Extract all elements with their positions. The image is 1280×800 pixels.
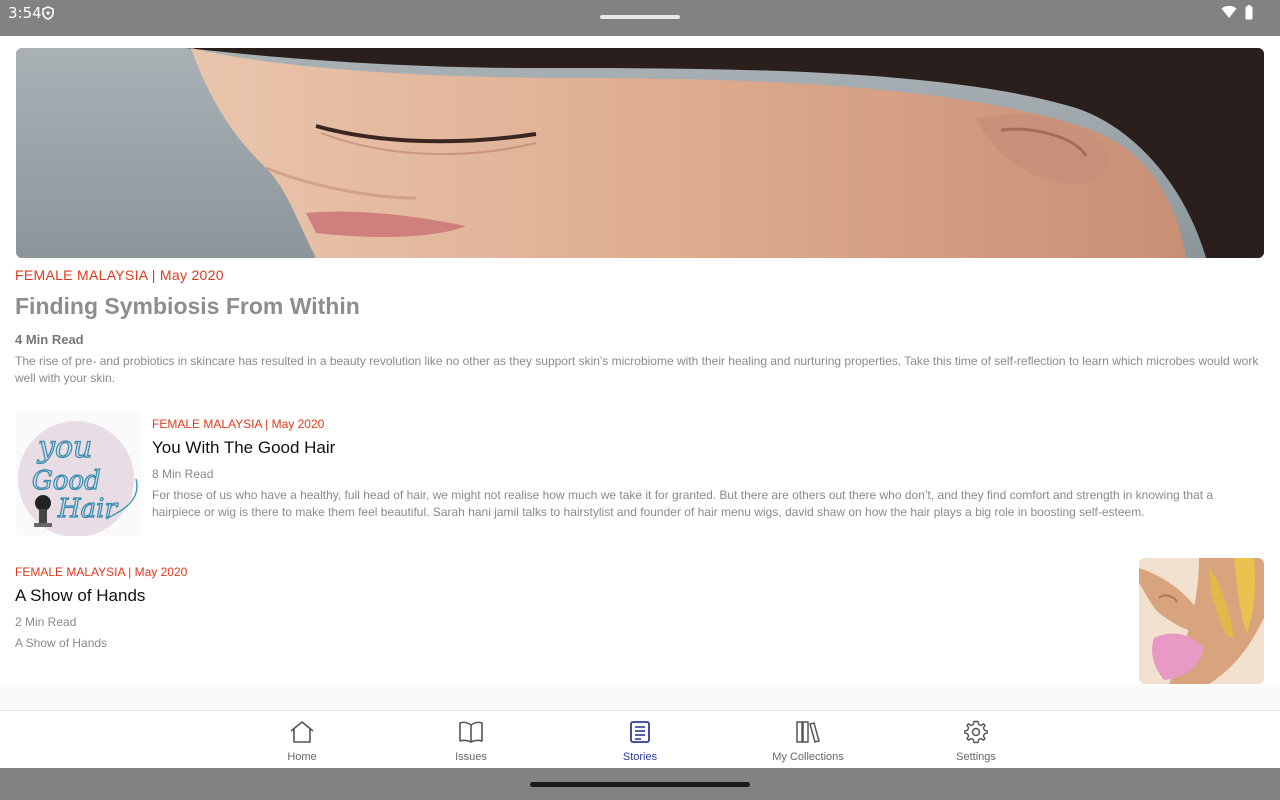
thumb-text-good: Good: [32, 466, 101, 496]
nav-my-collections[interactable]: My Collections: [733, 711, 883, 769]
nav-issues[interactable]: Issues: [396, 711, 546, 769]
battery-icon: [1245, 5, 1253, 25]
nav-stories-label: Stories: [622, 751, 658, 763]
bottom-navigation: Home Issues Stories My Collections Setti…: [0, 710, 1280, 768]
gear-icon: [963, 711, 989, 749]
story-read-time: 8 Min Read: [152, 467, 214, 481]
thumb-text-hair: Hair: [57, 494, 118, 524]
nav-settings-label: Settings: [956, 751, 996, 763]
story-meta: FEMALE MALAYSIA | May 2020: [152, 417, 325, 431]
story-title[interactable]: A Show of Hands: [15, 586, 145, 606]
hero-story-title[interactable]: Finding Symbiosis From Within: [15, 293, 360, 320]
stories-feed[interactable]: FEMALE MALAYSIA | May 2020 Finding Symbi…: [0, 36, 1280, 710]
system-navigation-bar: [0, 768, 1280, 800]
status-drag-handle[interactable]: [600, 15, 680, 19]
status-bar: 3:54: [0, 0, 1280, 36]
home-icon: [289, 711, 315, 749]
status-time: 3:54: [8, 4, 42, 22]
story-thumbnail-good-hair[interactable]: you Good Hair: [16, 409, 141, 536]
home-gesture-handle[interactable]: [530, 782, 750, 787]
feed-bottom-spacer: [0, 686, 1280, 710]
nav-issues-label: Issues: [455, 751, 487, 763]
hero-story-meta: FEMALE MALAYSIA | May 2020: [15, 267, 224, 283]
story-excerpt: For those of us who have a healthy, full…: [152, 488, 1214, 519]
book-icon: [458, 711, 484, 749]
hero-story-excerpt: The rise of pre- and probiotics in skinc…: [15, 354, 1259, 385]
hero-story-image[interactable]: [16, 48, 1264, 258]
story-meta: FEMALE MALAYSIA | May 2020: [15, 565, 188, 579]
shield-icon: [42, 6, 54, 25]
story-title[interactable]: You With The Good Hair: [152, 438, 335, 458]
collections-icon: [795, 711, 821, 749]
stories-icon: [628, 711, 652, 749]
story-excerpt: A Show of Hands: [15, 636, 108, 650]
hero-story-read-time: 4 Min Read: [15, 332, 84, 347]
nav-settings[interactable]: Settings: [901, 711, 1051, 769]
nav-stories[interactable]: Stories: [565, 711, 715, 769]
thumb-text-you: you: [36, 430, 92, 465]
nav-home[interactable]: Home: [227, 711, 377, 769]
story-thumbnail-show-of-hands[interactable]: [1139, 558, 1264, 684]
wifi-icon: [1221, 5, 1237, 24]
nav-my-collections-label: My Collections: [772, 751, 844, 763]
story-read-time: 2 Min Read: [15, 615, 77, 629]
nav-home-label: Home: [287, 751, 317, 763]
